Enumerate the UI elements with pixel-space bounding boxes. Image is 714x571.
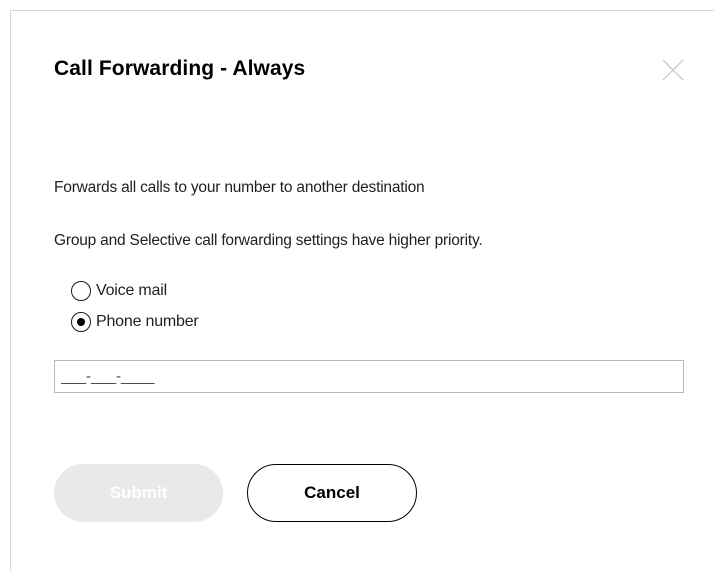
call-forwarding-dialog: Call Forwarding - Always Forwards all ca… xyxy=(10,10,714,571)
dialog-title: Call Forwarding - Always xyxy=(54,57,306,80)
submit-button[interactable]: Submit xyxy=(54,464,223,522)
option-phone-number[interactable]: Phone number xyxy=(71,312,199,332)
close-icon xyxy=(662,59,684,81)
description-text: Forwards all calls to your number to ano… xyxy=(54,179,425,196)
cancel-button[interactable]: Cancel xyxy=(247,464,417,522)
phone-number-label: Phone number xyxy=(96,313,199,330)
voice-mail-radio[interactable] xyxy=(71,281,91,301)
option-voice-mail[interactable]: Voice mail xyxy=(71,281,167,301)
phone-number-input[interactable] xyxy=(54,360,684,393)
priority-note: Group and Selective call forwarding sett… xyxy=(54,232,483,249)
close-button[interactable] xyxy=(660,57,686,83)
phone-number-radio[interactable] xyxy=(71,312,91,332)
voice-mail-label: Voice mail xyxy=(96,282,167,299)
